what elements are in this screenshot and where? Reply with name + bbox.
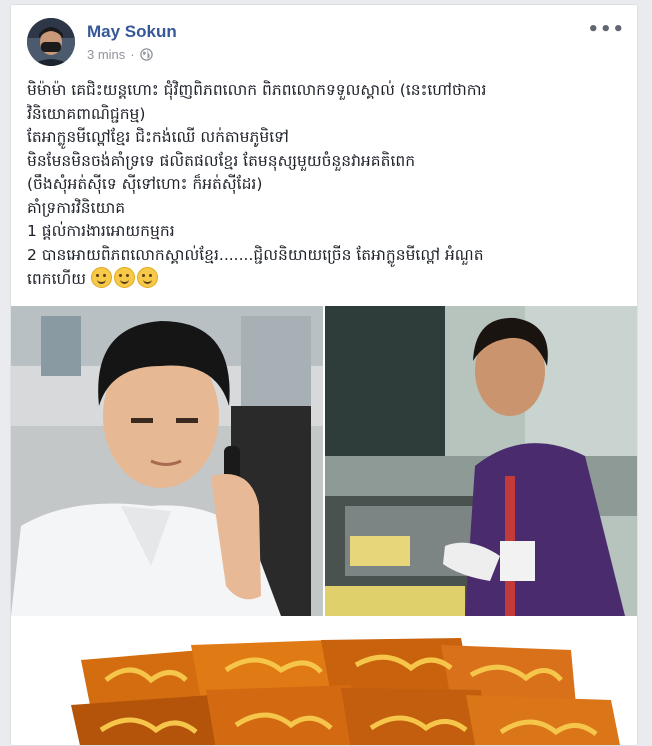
post-timestamp[interactable]: 3 mins: [87, 47, 125, 62]
post-text-last-line: ពេកហើយ: [27, 267, 627, 292]
post-text-line: គាំទ្រការវិនិយោគ: [27, 198, 126, 217]
boy-preparing-snacks-image: [325, 306, 637, 616]
post-photo-man-on-phone[interactable]: [11, 306, 323, 616]
snack-packages-image: [11, 620, 637, 745]
post-meta: 3 mins ·: [87, 47, 153, 62]
man-on-phone-image: [11, 306, 323, 616]
post-text-line: 1 ផ្តល់ការងារអោយកម្មករ: [27, 222, 175, 240]
post-text-line: (ចឹងសុំអត់ស៊ីទេ ស៊ីទៅហោះ ក៏អត់ស៊ីដែរ): [27, 175, 263, 193]
post-author-name[interactable]: May Sokun: [87, 22, 177, 42]
post-text-line: ពេកហើយ: [27, 270, 87, 288]
avatar[interactable]: [27, 18, 75, 66]
feed-post: May Sokun 3 mins · ••• មិម៉ាម៉ា គេជិះយន្…: [10, 4, 638, 746]
post-text-line: មិនមែនមិនចង់គាំទ្រទេ ផលិតផលខ្មែរ តែមនុស្…: [27, 151, 416, 170]
post-photo-boy-snacks[interactable]: [325, 306, 637, 616]
post-text-line: វិនិយោគពាណិជ្ជកម្ម): [27, 104, 146, 123]
post-text-line: មិម៉ាម៉ា គេជិះយន្តហោះ ជុំវិញពិភពលោក ពិភព…: [27, 81, 487, 99]
post-text-line: តែអាក្លូនមីល្ពៅខ្មែរ ជិះកង់ឈើ លក់តាមភូមិ…: [27, 128, 289, 146]
smirk-emoji-icon: [90, 267, 112, 288]
post-text: មិម៉ាម៉ា គេជិះយន្តហោះ ជុំវិញពិភពលោក ពិភព…: [27, 79, 627, 292]
post-options-button[interactable]: •••: [587, 19, 625, 40]
post-photo-snack-packages[interactable]: [11, 620, 637, 745]
smirk-emoji-icon: [136, 267, 158, 288]
separator-dot: ·: [130, 47, 135, 62]
smirk-emoji-icon: [113, 267, 135, 288]
avatar-photo: [27, 18, 75, 66]
post-text-line: 2 បានអោយពិភពលោកស្គាល់ខ្មែរ.......ជ្ជិលនិ…: [27, 245, 484, 264]
globe-icon[interactable]: [139, 48, 153, 61]
